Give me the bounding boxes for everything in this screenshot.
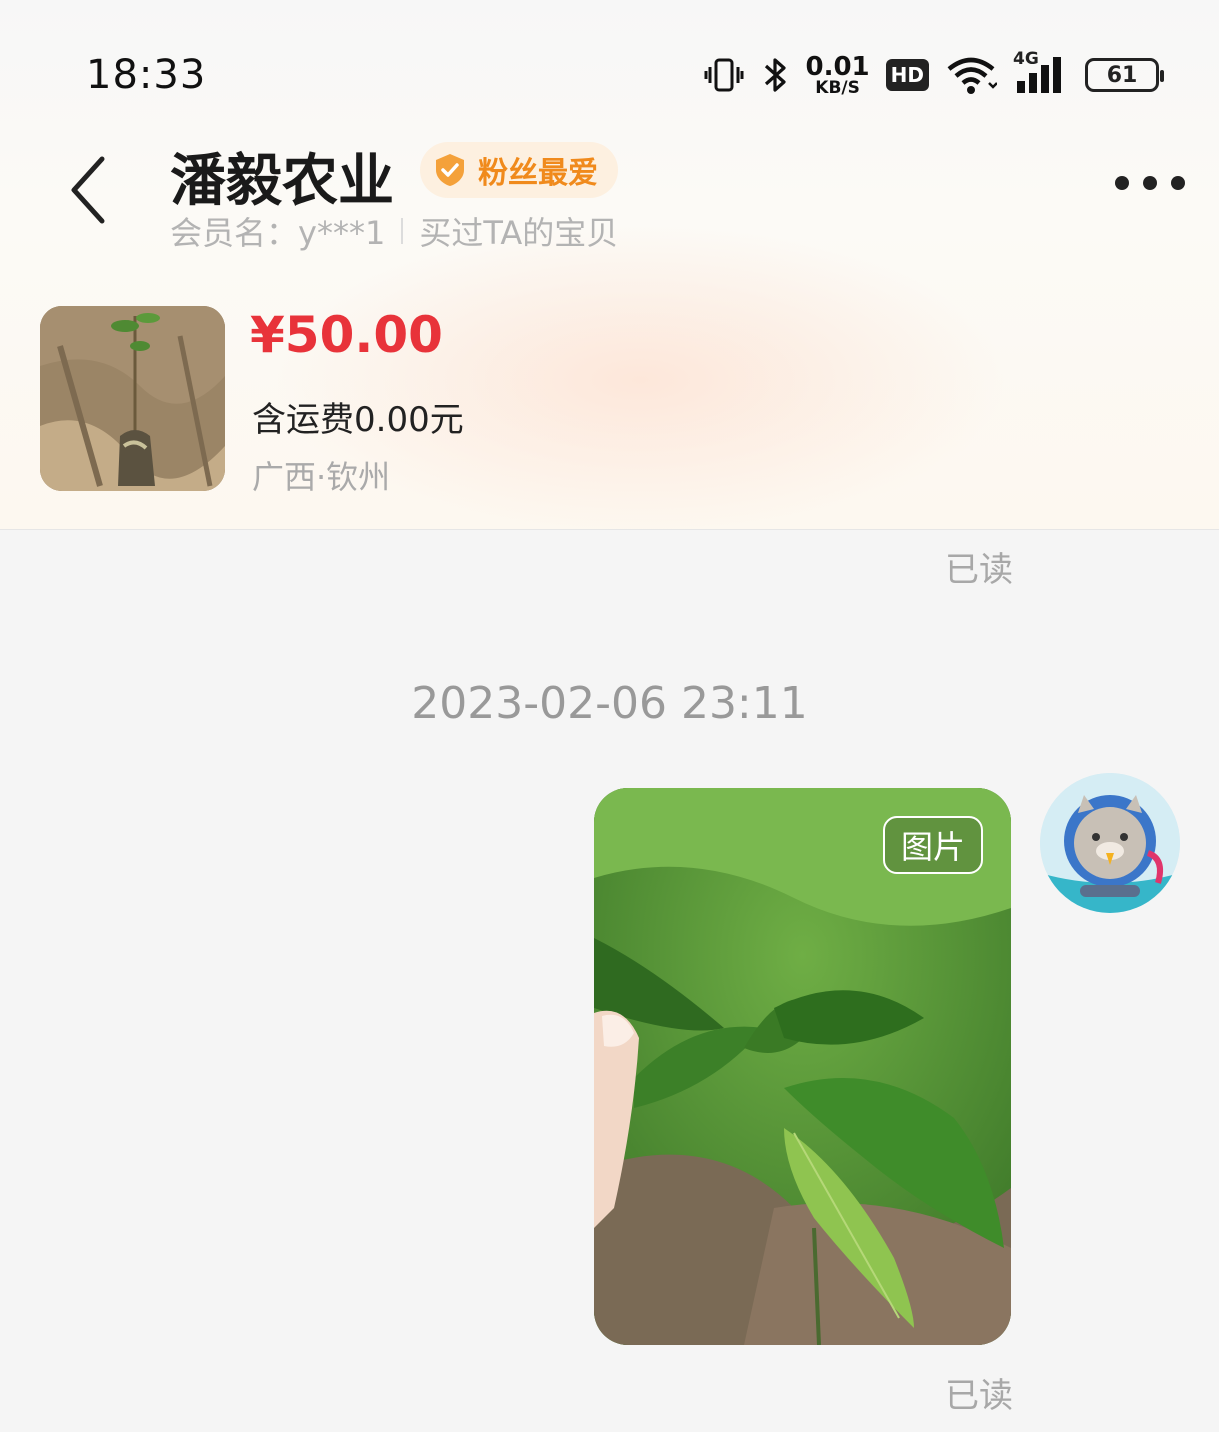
product-price: ¥50.00 xyxy=(250,306,443,364)
message-image[interactable]: 图片 xyxy=(594,788,1011,1345)
member-name: 会员名：y***1 xyxy=(170,214,386,252)
divider xyxy=(401,218,404,244)
read-status: 已读 xyxy=(945,550,1013,590)
fan-favorite-badge: 粉丝最爱 xyxy=(420,142,618,198)
status-bar: 18:33 0.01 KB/S HD 4G 61 xyxy=(0,0,1219,130)
status-time: 18:33 xyxy=(86,52,207,98)
more-dot-icon xyxy=(1143,176,1157,190)
net-speed-unit: KB/S xyxy=(815,77,860,98)
chevron-left-icon xyxy=(71,156,105,224)
shield-check-icon xyxy=(436,154,464,186)
net-speed-value: 0.01 xyxy=(805,51,870,82)
product-location: 广西·钦州 xyxy=(252,458,391,496)
product-thumbnail[interactable] xyxy=(40,306,225,491)
back-button[interactable] xyxy=(58,150,118,230)
network-type-label: 4G xyxy=(1013,49,1039,69)
more-options-button[interactable] xyxy=(1115,176,1185,190)
bought-items-link[interactable]: 买过TA的宝贝 xyxy=(419,208,618,254)
member-info: 会员名：y***1 买过TA的宝贝 xyxy=(170,208,618,254)
wifi-icon xyxy=(945,55,997,95)
shop-title[interactable]: 潘毅农业 xyxy=(170,136,394,217)
message-timestamp: 2023-02-06 23:11 xyxy=(411,678,808,729)
shipping-info: 含运费0.00元 xyxy=(252,400,464,440)
hd-badge: HD xyxy=(885,59,929,91)
fan-favorite-label: 粉丝最爱 xyxy=(478,156,598,191)
image-tag: 图片 xyxy=(882,816,983,874)
battery-indicator: 61 xyxy=(1085,58,1164,92)
plant-seedling-image xyxy=(40,306,225,491)
avatar[interactable] xyxy=(1040,773,1180,913)
read-status: 已读 xyxy=(945,1376,1013,1416)
more-dot-icon xyxy=(1171,176,1185,190)
net-speed: 0.01 KB/S xyxy=(806,54,870,97)
status-icons: 0.01 KB/S HD 4G 61 xyxy=(704,49,1164,100)
more-dot-icon xyxy=(1115,176,1129,190)
bluetooth-icon xyxy=(760,54,790,96)
signal-icon: 4G xyxy=(1013,49,1069,95)
header-area: 18:33 0.01 KB/S HD 4G 61 潘毅农业 粉丝最爱 会员名：y… xyxy=(0,0,1219,530)
vibrate-icon xyxy=(704,55,744,95)
seal-mascot-icon xyxy=(1040,773,1180,913)
